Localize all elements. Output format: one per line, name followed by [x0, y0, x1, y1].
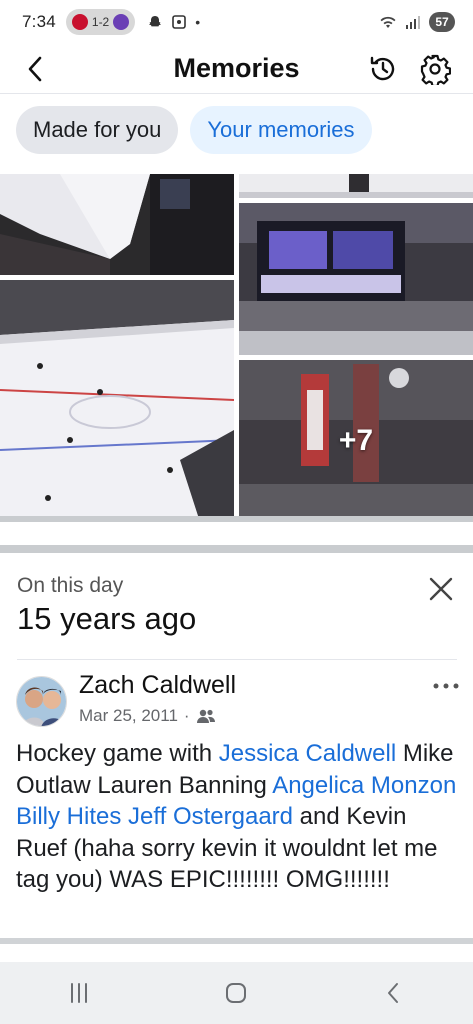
- snapchat-icon: [149, 16, 162, 27]
- close-icon: [429, 577, 453, 601]
- status-bar: 7:34 1-2 • 57: [0, 0, 473, 44]
- memory-photo[interactable]: [239, 174, 473, 198]
- system-back-button[interactable]: [364, 968, 424, 1018]
- post-text-segment: Hockey game with: [16, 740, 219, 767]
- years-ago-heading: 15 years ago: [17, 601, 197, 636]
- score-notification-pill: 1-2: [65, 9, 136, 35]
- post-text: Hockey game with Jessica Caldwell Mike O…: [16, 738, 461, 896]
- history-clock-icon: [370, 56, 395, 81]
- screenshot-icon: [172, 15, 187, 29]
- battery-indicator: 57: [429, 12, 455, 32]
- dismiss-memory-button[interactable]: [424, 572, 458, 606]
- memory-photo[interactable]: [0, 174, 234, 275]
- memory-photo[interactable]: [239, 203, 473, 355]
- meta-separator: ·: [183, 706, 190, 725]
- tagged-person-link[interactable]: Jessica Caldwell: [219, 740, 396, 767]
- more-photos-count: +7: [338, 424, 374, 457]
- memory-photo[interactable]: +7: [239, 360, 473, 522]
- signal-icon: [406, 16, 420, 29]
- tagged-person-link[interactable]: Billy Hites: [16, 803, 121, 830]
- card-bottom-divider: [0, 938, 473, 944]
- app-header: Memories: [0, 44, 473, 94]
- more-horizontal-icon: [433, 683, 459, 689]
- memories-tabs: Made for you Your memories: [16, 106, 372, 154]
- post-author-name[interactable]: Zach Caldwell: [79, 671, 236, 700]
- home-icon: [226, 983, 247, 1003]
- grid-bottom-bar: [0, 516, 473, 522]
- friends-audience-icon: [196, 709, 215, 723]
- chevron-left-icon: [28, 56, 42, 82]
- tagged-person-link[interactable]: Angelica Monzon: [272, 772, 456, 799]
- wifi-icon: [380, 16, 396, 28]
- score-text: 1-2: [91, 15, 110, 29]
- recent-apps-button[interactable]: [49, 968, 109, 1018]
- memory-photo[interactable]: [0, 280, 234, 522]
- back-button[interactable]: [18, 52, 52, 86]
- tagged-person-link[interactable]: Jeff Ostergaard: [128, 803, 293, 830]
- status-time: 7:34: [22, 12, 56, 31]
- system-status-icons: 57: [379, 12, 455, 32]
- post-more-options-button[interactable]: [428, 672, 464, 700]
- avatar[interactable]: [16, 676, 67, 727]
- memory-photo-grid: +7: [0, 174, 473, 522]
- recent-apps-icon: [70, 983, 87, 1003]
- dot-icon: •: [195, 14, 201, 30]
- settings-button[interactable]: [416, 50, 454, 88]
- page-title: Memories: [173, 53, 300, 83]
- post-date[interactable]: Mar 25, 2011: [79, 706, 178, 726]
- section-divider: [0, 545, 473, 553]
- on-this-day-label: On this day: [17, 574, 124, 597]
- team-logo-icon: [71, 14, 88, 30]
- memories-history-button[interactable]: [364, 50, 402, 88]
- team-logo-icon: [113, 14, 130, 30]
- gear-icon: [420, 54, 451, 85]
- system-navigation-bar: [0, 962, 473, 1024]
- card-divider: [17, 659, 457, 660]
- back-arrow-icon: [388, 983, 399, 1003]
- home-button[interactable]: [206, 968, 266, 1018]
- tab-made-for-you[interactable]: Made for you: [16, 106, 179, 154]
- notification-icons: •: [147, 14, 200, 30]
- tab-your-memories[interactable]: Your memories: [190, 106, 372, 154]
- post-meta: Mar 25, 2011 ·: [79, 706, 216, 726]
